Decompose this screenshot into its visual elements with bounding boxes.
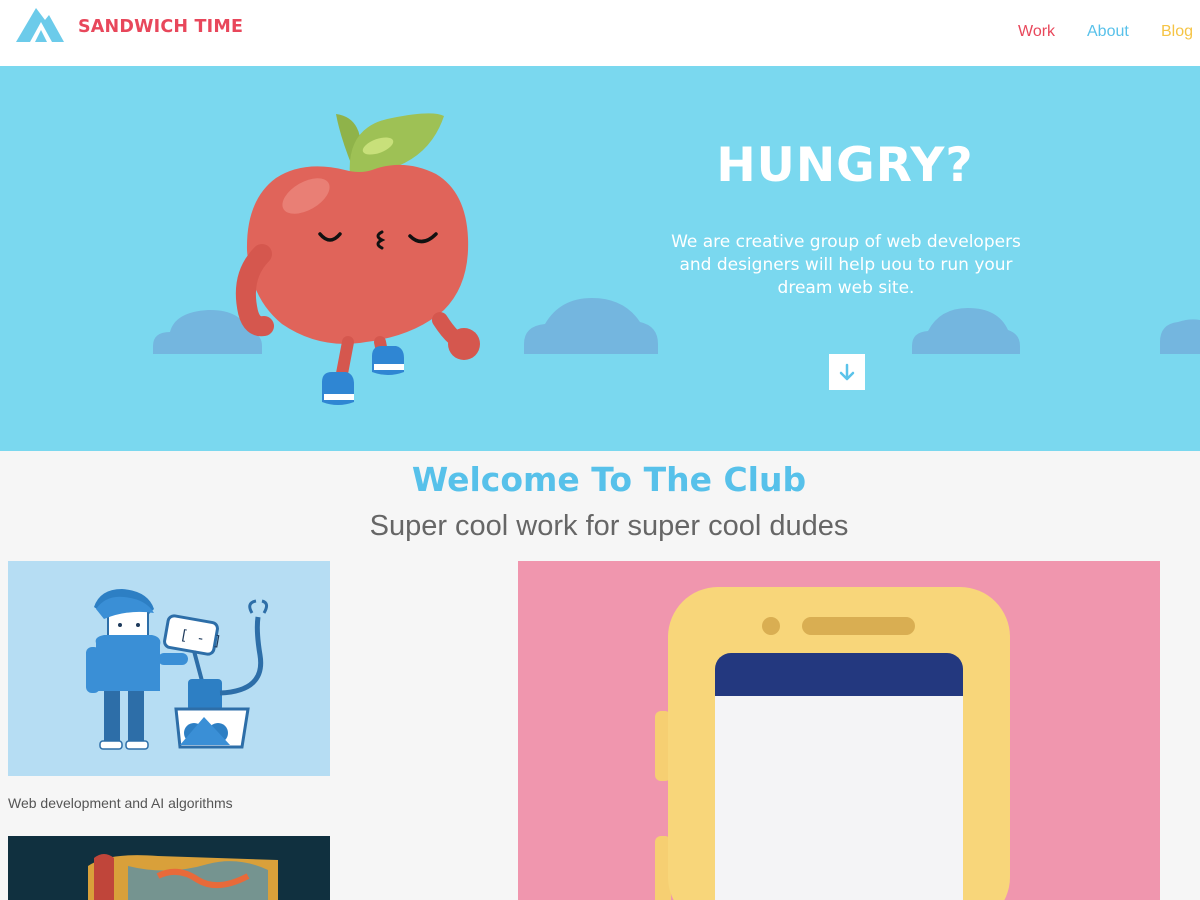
scroll-down-button[interactable] bbox=[829, 354, 865, 390]
nav-link-about[interactable]: About bbox=[1087, 23, 1129, 41]
brand-name[interactable]: SANDWICH TIME bbox=[78, 17, 243, 37]
site-header: SANDWICH TIME Work About Blog bbox=[0, 0, 1200, 66]
section-tagline: Super cool work for super cool dudes bbox=[369, 510, 849, 542]
hero-description: We are creative group of web developers … bbox=[671, 232, 1021, 298]
apple-mascot bbox=[235, 113, 480, 405]
smartphone-illustration bbox=[518, 561, 1160, 900]
work-card-caption: Web development and AI algorithms bbox=[8, 795, 233, 811]
hero-title: HUNGRY? bbox=[716, 138, 974, 193]
work-card-second[interactable] bbox=[8, 836, 330, 900]
hero-banner: HUNGRY? We are creative group of web dev… bbox=[0, 66, 1200, 451]
boy-and-robot-illustration: [ - ] bbox=[86, 589, 269, 750]
work-card-mobile[interactable] bbox=[518, 561, 1160, 900]
arrow-down-icon bbox=[839, 363, 855, 381]
shoe-icon bbox=[322, 346, 404, 405]
work-thumbnail-illustration bbox=[8, 836, 330, 900]
mountain-logo-icon[interactable] bbox=[14, 6, 66, 44]
section-title: Welcome To The Club bbox=[411, 460, 807, 499]
work-card-ai[interactable]: [ - ] bbox=[8, 561, 330, 776]
nav-link-blog[interactable]: Blog bbox=[1161, 23, 1193, 41]
nav-link-work[interactable]: Work bbox=[1018, 23, 1055, 41]
